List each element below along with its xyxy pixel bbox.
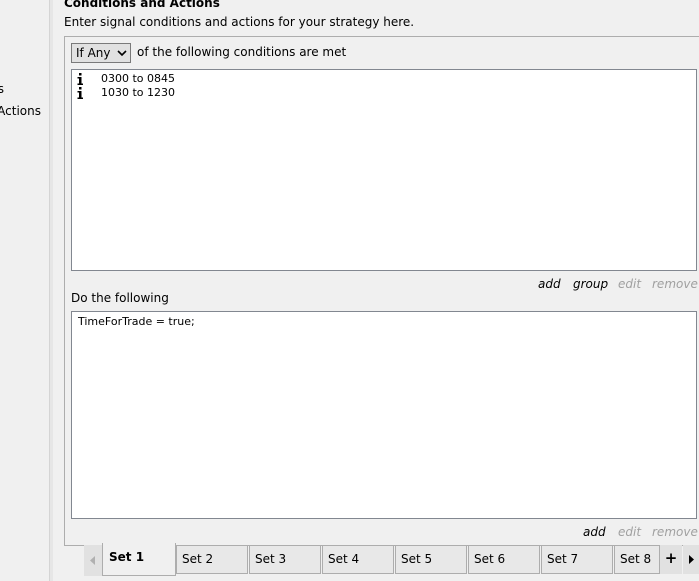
info-icon — [77, 87, 83, 99]
tab-label: Set 6 — [474, 552, 506, 566]
condition-mode-select[interactable]: If Any — [71, 43, 131, 63]
action-edit-link[interactable]: edit — [618, 525, 641, 539]
section-title: Conditions and Actions — [64, 0, 220, 10]
section-description: Enter signal conditions and actions for … — [64, 15, 415, 29]
tab-label: Set 7 — [547, 552, 579, 566]
tab-label: Set 2 — [182, 552, 214, 566]
tab-set-8[interactable]: Set 8 — [614, 545, 660, 574]
tab-scroll-right-button[interactable] — [683, 545, 699, 574]
action-add-link[interactable]: add — [583, 525, 606, 539]
conditions-list[interactable]: 0300 to 0845 1030 to 1230 — [71, 69, 697, 271]
action-remove-link[interactable]: remove — [652, 525, 698, 539]
condition-edit-link[interactable]: edit — [618, 277, 641, 291]
condition-group-link[interactable]: group — [573, 277, 608, 291]
condition-label: 0300 to 0845 — [101, 72, 176, 85]
condition-add-link[interactable]: add — [538, 277, 561, 291]
tab-label: Set 1 — [109, 550, 145, 564]
condition-mode-suffix: of the following conditions are met — [137, 45, 347, 59]
tab-set-3[interactable]: Set 3 — [249, 545, 321, 574]
tab-label: Set 5 — [401, 552, 433, 566]
condition-remove-link[interactable]: remove — [652, 277, 698, 291]
splitter[interactable] — [50, 0, 53, 581]
tab-set-7[interactable]: Set 7 — [541, 545, 613, 574]
add-tab-button[interactable]: + — [660, 545, 682, 574]
chevron-left-icon — [90, 556, 95, 565]
tab-set-1[interactable]: Set 1 — [102, 543, 176, 576]
tab-set-2[interactable]: Set 2 — [176, 545, 248, 574]
chevron-down-icon — [117, 50, 127, 57]
tab-label: Set 8 — [620, 552, 652, 566]
tab-label: Set 3 — [255, 552, 287, 566]
action-code-editor[interactable]: TimeForTrade = true; — [71, 311, 697, 519]
nav-item-partial[interactable]: s — [0, 82, 4, 96]
tab-scroll-left-button[interactable] — [84, 545, 102, 576]
condition-label: 1030 to 1230 — [101, 86, 176, 99]
set-tab-strip: Set 1 Set 2 Set 3 Set 4 Set 5 Set 6 Set … — [84, 543, 699, 581]
nav-item-actions[interactable]: Actions — [0, 104, 41, 118]
chevron-right-icon — [689, 555, 694, 564]
do-following-label: Do the following — [71, 291, 169, 305]
info-icon — [77, 73, 83, 85]
tab-set-4[interactable]: Set 4 — [322, 545, 394, 574]
tab-set-6[interactable]: Set 6 — [468, 545, 540, 574]
condition-mode-value: If Any — [76, 46, 111, 60]
left-nav-pane: s Actions — [0, 0, 50, 581]
tab-set-5[interactable]: Set 5 — [395, 545, 467, 574]
tab-label: Set 4 — [328, 552, 360, 566]
